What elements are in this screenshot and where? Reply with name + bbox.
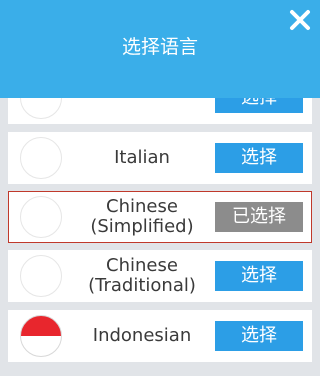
selected-button[interactable]: 已选择 [215,202,303,232]
language-label: Chinese (Simplified) [90,196,194,237]
blank-flag-icon [20,137,62,179]
language-row-chinese-traditional: Chinese (Traditional) 选择 [8,250,312,302]
select-button[interactable]: 选择 [215,261,303,291]
select-button[interactable]: 选择 [215,98,303,113]
blank-flag-icon [20,98,62,119]
language-row-indonesian: Indonesian 选择 [8,310,312,362]
language-list[interactable]: 选择 Italian 选择 Chinese (Simplified) 已选择 C… [0,98,320,376]
dialog-title: 选择语言 [121,36,198,58]
close-icon[interactable] [288,8,312,32]
language-row-chinese-simplified: Chinese (Simplified) 已选择 [8,191,312,243]
language-row-italian: Italian 选择 [8,132,312,184]
select-button[interactable]: 选择 [215,143,303,173]
blank-flag-icon [20,196,62,238]
dialog-header: 选择语言 [0,0,320,98]
language-label: Italian [114,147,170,168]
language-label: Indonesian [92,325,192,346]
language-label: Chinese (Traditional) [88,255,196,296]
language-row: 选择 [8,98,312,124]
select-button[interactable]: 选择 [215,321,303,351]
blank-flag-icon [20,255,62,297]
indonesia-flag-icon [20,315,62,357]
